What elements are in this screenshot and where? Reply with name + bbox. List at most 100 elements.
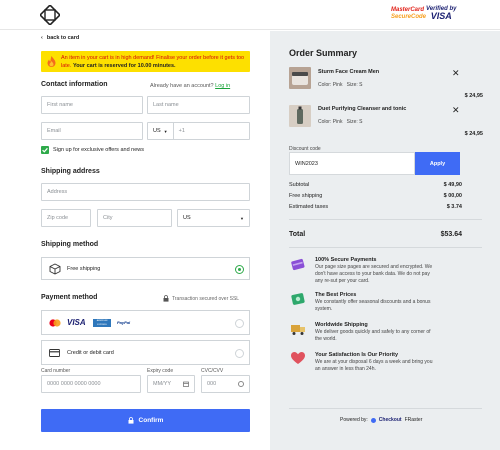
feature-4-desc: We are at your disposal 6 days a week an… (315, 359, 433, 372)
free-shipping-option[interactable]: Free shipping (41, 257, 250, 280)
city-placeholder: City (103, 215, 113, 221)
country-value: US (183, 215, 191, 221)
taxes-label: Estimated taxes (289, 204, 329, 210)
apply-button[interactable]: Apply (415, 152, 460, 175)
mastercard-line1: MasterCard (391, 7, 425, 13)
item-1-name: Sturm Face Cream Men (318, 69, 380, 75)
contact-title: Contact information (41, 81, 108, 88)
subtotal-label: Subtotal (289, 182, 310, 188)
mastercard-securecode-badge: MasterCard SecureCode (391, 7, 426, 21)
ssl-note-text: Transaction secured over SSL (172, 295, 240, 302)
fire-icon (47, 56, 56, 67)
phone-field[interactable]: US ▼ +1 (147, 122, 250, 140)
credit-card-icon (49, 349, 60, 357)
remove-item-2-close-icon[interactable]: ✕ (452, 105, 460, 116)
mastercard-icon (49, 319, 61, 327)
feature-3-title: Worldwide Shipping (315, 322, 368, 328)
subtotal-value: $ 49,90 (443, 182, 462, 188)
checkmark-icon (42, 147, 48, 153)
alert-emphasis: Your cart is reserved for 10.00 minutes. (72, 62, 176, 69)
confirm-label: Confirm (138, 417, 164, 424)
order-summary-title: Order Summary (289, 48, 358, 58)
checkout-form: ‹ back to card An item in your cart is i… (0, 31, 270, 450)
product-image (289, 105, 311, 127)
login-link[interactable]: Log in (215, 83, 230, 89)
credit-card-option[interactable]: Credit or debit card (41, 340, 250, 365)
expiry-label: Expiry code (147, 368, 174, 374)
country-select[interactable]: US ▼ (177, 209, 250, 227)
caret-down-icon: ▼ (163, 128, 168, 134)
brand-logo-icon[interactable] (40, 5, 60, 25)
item-2-size: Size: S (346, 119, 363, 125)
expiry-field[interactable]: MM/YY (147, 375, 195, 393)
cvc-label: CVC/CVV (201, 368, 224, 374)
powered-brand-a: Checkout (378, 417, 402, 423)
feature-2-desc: We constantly offer seasonal discounts a… (315, 299, 431, 312)
caret-down-icon: ▼ (240, 215, 244, 221)
address-field[interactable]: Address (41, 183, 250, 201)
discount-code-input[interactable]: WIN2023 (289, 152, 415, 175)
signup-checkbox[interactable] (41, 146, 49, 154)
summary-divider (289, 408, 482, 409)
email-field[interactable]: Email (41, 122, 143, 140)
total-value: $53.64 (440, 231, 462, 238)
satisfaction-icon (291, 352, 305, 364)
shipping-cost-label: Free shipping (289, 193, 323, 199)
summary-divider (289, 247, 482, 248)
item-1-meta: Color: Pink Size: S (318, 82, 362, 88)
visa-brand: VISA (67, 318, 86, 327)
back-to-card-link[interactable]: ‹ back to card (41, 35, 79, 41)
feature-1-title: 100% Secure Payments (315, 257, 377, 263)
item-1-price: $ 24,95 (464, 93, 483, 99)
account-prompt: Already have an account? Log in (150, 83, 230, 89)
credit-card-label: Credit or debit card (67, 350, 114, 356)
feature-3-desc: We deliver goods quickly and safely to a… (315, 329, 431, 342)
city-field[interactable]: City (97, 209, 172, 227)
card-number-label: Card number (41, 368, 71, 374)
item-2-name: Duet Purifying Cleanser and tonic (318, 106, 407, 112)
card-number-field[interactable]: 0000 0000 0000 0000 (41, 375, 141, 393)
first-name-placeholder: First name (47, 102, 73, 108)
powered-by: Powered by: Checkout FRaster (340, 417, 422, 423)
country-code-select[interactable]: US ▼ (148, 123, 174, 139)
item-1-color: Color: Pink (318, 82, 343, 88)
top-header: MasterCard SecureCode Verified by VISA (0, 0, 500, 30)
back-label: back to card (46, 35, 80, 41)
item-1-size: Size: S (346, 82, 363, 88)
total-row: Total $53.64 (289, 231, 462, 238)
credit-card-radio[interactable] (235, 349, 244, 358)
best-prices-icon (291, 293, 305, 305)
secure-payment-icon (291, 258, 305, 271)
powered-label: Powered by: (340, 417, 368, 423)
signup-label: Sign up for exclusive offers and news (53, 147, 145, 153)
card-brands-radio[interactable] (235, 319, 244, 328)
remove-item-1-close-icon[interactable]: ✕ (452, 68, 460, 79)
account-prompt-text: Already have an account? (150, 83, 214, 89)
lock-icon (163, 295, 169, 302)
card-brands-option[interactable]: VISA AMERICAN EXPRESS PayPal (41, 310, 250, 335)
free-shipping-label: Free shipping (67, 266, 101, 272)
powered-brand-b: FRaster (404, 417, 423, 423)
last-name-placeholder: Last name (153, 102, 179, 108)
calendar-icon (183, 381, 189, 387)
last-name-field[interactable]: Last name (147, 96, 250, 114)
visa-line2: VISA (430, 11, 452, 21)
zip-placeholder: Zip code (47, 215, 69, 221)
shipping-row: Free shipping $ 00,00 (289, 193, 462, 199)
cream-jar-icon (292, 72, 308, 85)
shipping-cost-value: $ 00,00 (443, 193, 462, 199)
taxes-value: $ 3.74 (446, 204, 462, 210)
product-image (289, 67, 311, 89)
first-name-field[interactable]: First name (41, 96, 143, 114)
feature-1-desc: Our page size pages are secured and encr… (315, 264, 433, 284)
subtotal-row: Subtotal $ 49,90 (289, 182, 462, 188)
address-placeholder: Address (47, 189, 68, 195)
shipping-radio[interactable] (235, 265, 244, 274)
cvc-field[interactable]: 000 (201, 375, 250, 393)
phone-prefix: +1 (178, 128, 185, 134)
confirm-button[interactable]: Confirm (41, 409, 250, 432)
zip-code-field[interactable]: Zip code (41, 209, 91, 227)
paypal-brand: PayPal (117, 320, 131, 325)
mastercard-line2: SecureCode (391, 14, 427, 20)
taxes-row: Estimated taxes $ 3.74 (289, 204, 462, 210)
